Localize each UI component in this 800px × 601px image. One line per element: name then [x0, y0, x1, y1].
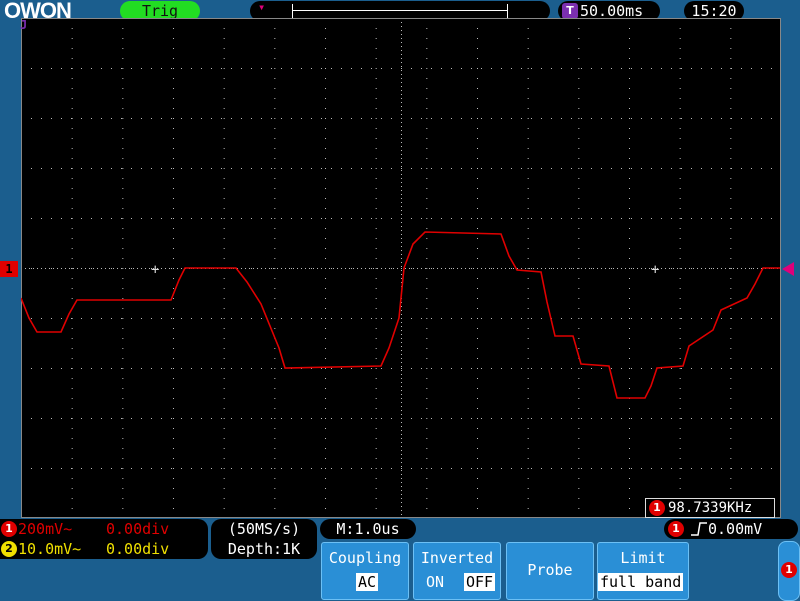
- sample-rate: (50MS/s): [227, 520, 301, 538]
- ch1-badge: 1: [1, 521, 17, 537]
- inverted-button[interactable]: Inverted ON OFF: [413, 542, 501, 600]
- measure-channel-icon: 1: [649, 500, 665, 516]
- frequency-value: 98.7339KHz: [668, 500, 753, 516]
- inverted-on-option: ON: [426, 573, 445, 591]
- memory-window-indicator: [292, 10, 508, 11]
- waveform-screen[interactable]: + +: [21, 18, 781, 518]
- ch2-info: 2 10.0mV~ 0.00div: [0, 540, 208, 559]
- limit-label: Limit: [620, 549, 666, 567]
- window-left-tick: [292, 4, 293, 18]
- probe-button[interactable]: Probe: [506, 542, 594, 600]
- frequency-readout: 1 98.7339KHz: [645, 498, 775, 518]
- inverted-label: Inverted: [420, 549, 494, 567]
- graticule: + +: [21, 18, 781, 518]
- ch2-marker-icon: J: [20, 18, 28, 32]
- record-depth: Depth:1K: [227, 540, 301, 558]
- ch1-waveform-trace: [21, 231, 780, 399]
- ch1-scale: 200mV~: [18, 520, 73, 538]
- coupling-label: Coupling: [328, 549, 402, 567]
- ch1-info: 1 200mV~ 0.00div: [0, 520, 208, 539]
- trigger-channel-badge: 1: [668, 521, 684, 537]
- time-position-icon: T: [562, 3, 578, 19]
- rising-edge-icon: [690, 521, 708, 537]
- limit-button[interactable]: Limit full band: [597, 542, 689, 600]
- probe-label: Probe: [527, 561, 573, 579]
- ch2-scale: 10.0mV~: [18, 540, 82, 558]
- svg-text:+: +: [151, 262, 159, 278]
- ch1-offset-marker[interactable]: 1: [0, 261, 18, 277]
- svg-text:+: +: [651, 262, 659, 278]
- ch1-offset: 0.00div: [106, 520, 170, 538]
- trigger-level-marker-icon[interactable]: [782, 262, 794, 276]
- main-timebase[interactable]: M:1.0us: [320, 519, 416, 539]
- menu-channel-tab[interactable]: 1: [778, 541, 800, 601]
- menu-channel-badge: 1: [781, 562, 797, 578]
- window-right-tick: [507, 4, 508, 18]
- limit-value: full band: [598, 573, 684, 591]
- coupling-value: AC: [356, 573, 379, 591]
- ch2-offset: 0.00div: [106, 540, 170, 558]
- acquisition-panel: (50MS/s) Depth:1K: [211, 519, 317, 559]
- trigger-position-icon: ▾: [258, 0, 266, 14]
- coupling-button[interactable]: Coupling AC: [321, 542, 409, 600]
- trigger-info[interactable]: 1 0.00mV: [664, 519, 798, 539]
- inverted-off-option: OFF: [464, 573, 496, 591]
- ch2-badge: 2: [1, 541, 17, 557]
- channel-info-panel[interactable]: 1 200mV~ 0.00div 2 10.0mV~ 0.00div: [0, 519, 208, 559]
- trigger-level: 0.00mV: [708, 520, 763, 538]
